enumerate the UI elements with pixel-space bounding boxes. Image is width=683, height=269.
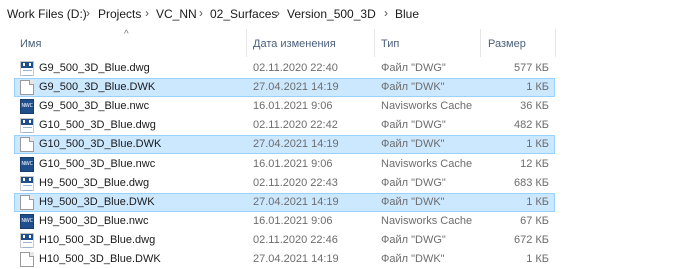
file-size: 1 КБ xyxy=(526,81,549,94)
column-header-row: ^ Имя Дата изменения Тип Размер xyxy=(0,29,683,57)
column-divider[interactable] xyxy=(555,29,556,57)
file-type: Файл "DWK" xyxy=(381,138,445,151)
file-size: 1 КБ xyxy=(526,138,549,151)
file-size: 67 КБ xyxy=(520,214,549,227)
column-divider[interactable] xyxy=(480,29,481,57)
file-size: 683 КБ xyxy=(513,176,549,189)
file-type: Файл "DWG" xyxy=(381,176,446,189)
file-row[interactable]: H10_500_3D_Blue.DWK 27.04.2021 14:19 Файл … xyxy=(14,250,555,269)
file-row[interactable]: G10_500_3D_Blue.dwg 02.11.2020 22:42 Файл … xyxy=(14,116,555,135)
file-date-modified: 16.01.2021 9:06 xyxy=(253,157,333,170)
file-date-modified: 16.01.2021 9:06 xyxy=(253,100,333,113)
file-size: 1 КБ xyxy=(526,253,549,265)
dwk-file-icon xyxy=(20,137,34,153)
file-type: Файл "DWG" xyxy=(381,119,446,132)
file-name: H9_500_3D_Blue.dwg xyxy=(39,176,150,189)
dwg-file-icon xyxy=(20,175,34,191)
file-size: 1 КБ xyxy=(526,195,549,208)
file-row[interactable]: H9_500_3D_Blue.DWK 27.04.2021 14:19 Файл "… xyxy=(14,192,555,212)
file-date-modified: 27.04.2021 14:19 xyxy=(253,81,339,94)
file-date-modified: 27.04.2021 14:19 xyxy=(253,195,339,208)
breadcrumb-separator-icon[interactable]: › xyxy=(145,6,149,20)
dwg-file-icon xyxy=(20,232,34,248)
file-date-modified: 27.04.2021 14:19 xyxy=(253,253,339,265)
file-type: Файл "DWK" xyxy=(381,195,445,208)
nwc-file-icon: NWC xyxy=(20,213,34,229)
file-name: H9_500_3D_Blue.nwc xyxy=(39,214,149,227)
dwg-file-icon xyxy=(20,61,34,76)
file-size: 482 КБ xyxy=(513,119,549,132)
file-name: G9_500_3D_Blue.dwg xyxy=(39,62,150,74)
breadcrumb-item-blue[interactable]: Blue xyxy=(395,7,419,21)
file-row[interactable]: H9_500_3D_Blue.dwg 02.11.2020 22:43 Файл "… xyxy=(14,174,555,193)
column-header-size[interactable]: Размер xyxy=(488,38,526,50)
column-header-date[interactable]: Дата изменения xyxy=(253,38,336,50)
dwg-file-icon xyxy=(20,118,34,134)
file-date-modified: 02.11.2020 22:43 xyxy=(253,176,338,189)
file-name: G9_500_3D_Blue.nwc xyxy=(39,100,150,113)
nwc-file-icon: NWC xyxy=(20,156,34,172)
file-name: H9_500_3D_Blue.DWK xyxy=(39,195,155,208)
breadcrumb: Work Files (D:) › Projects › VC_NN › 02_… xyxy=(0,0,683,28)
breadcrumb-separator-icon[interactable]: › xyxy=(86,6,90,20)
dwk-file-icon xyxy=(20,194,34,210)
file-type: Navisworks Cache xyxy=(381,157,473,170)
file-row[interactable]: G9_500_3D_Blue.DWK 27.04.2021 14:19 Файл "… xyxy=(14,78,555,98)
column-header-name[interactable]: Имя xyxy=(20,38,41,50)
file-size: 12 КБ xyxy=(520,157,549,170)
breadcrumb-item-projects[interactable]: Projects xyxy=(98,7,141,21)
column-divider[interactable] xyxy=(374,29,375,57)
breadcrumb-item-surfaces[interactable]: 02_Surfaces xyxy=(210,7,277,21)
file-name: G9_500_3D_Blue.DWK xyxy=(39,81,156,94)
file-type: Navisworks Cache xyxy=(381,214,473,227)
file-row[interactable]: H10_500_3D_Blue.dwg 02.11.2020 22:46 Файл … xyxy=(14,231,555,250)
file-date-modified: 02.11.2020 22:46 xyxy=(253,233,338,246)
file-row[interactable]: G9_500_3D_Blue.dwg 02.11.2020 22:40 Файл "… xyxy=(14,59,555,78)
file-name: G10_500_3D_Blue.nwc xyxy=(39,157,156,170)
file-row[interactable]: NWC H9_500_3D_Blue.nwc 16.01.2021 9:06 Navi… xyxy=(14,212,555,231)
breadcrumb-separator-icon[interactable]: › xyxy=(384,6,388,20)
dwk-file-icon xyxy=(20,80,34,96)
breadcrumb-separator-icon[interactable]: › xyxy=(276,6,280,20)
file-name: G10_500_3D_Blue.dwg xyxy=(39,119,156,132)
breadcrumb-item-version[interactable]: Version_500_3D xyxy=(287,7,376,21)
breadcrumb-item-drive[interactable]: Work Files (D:) xyxy=(7,7,87,21)
file-date-modified: 16.01.2021 9:06 xyxy=(253,214,333,227)
breadcrumb-item-vc-nn[interactable]: VC_NN xyxy=(156,7,197,21)
file-date-modified: 27.04.2021 14:19 xyxy=(253,138,339,151)
file-type: Файл "DWK" xyxy=(381,81,445,94)
file-date-modified: 02.11.2020 22:42 xyxy=(253,119,338,132)
file-size: 672 КБ xyxy=(513,233,549,246)
column-divider[interactable] xyxy=(246,29,247,57)
file-name: G10_500_3D_Blue.DWK xyxy=(39,138,162,151)
dwk-file-icon xyxy=(20,252,34,267)
file-type: Файл "DWK" xyxy=(381,253,445,265)
file-row[interactable]: G10_500_3D_Blue.DWK 27.04.2021 14:19 Файл … xyxy=(14,135,555,155)
file-name: H10_500_3D_Blue.dwg xyxy=(39,233,156,246)
file-size: 577 КБ xyxy=(513,62,549,74)
file-type: Файл "DWG" xyxy=(381,62,446,74)
sort-ascending-icon: ^ xyxy=(124,29,129,40)
file-row[interactable]: NWC G9_500_3D_Blue.nwc 16.01.2021 9:06 Navi… xyxy=(14,97,555,116)
file-row[interactable]: NWC G10_500_3D_Blue.nwc 16.01.2021 9:06 Nav… xyxy=(14,155,555,174)
column-header-type[interactable]: Тип xyxy=(381,38,399,50)
file-type: Navisworks Cache xyxy=(381,100,473,113)
file-date-modified: 02.11.2020 22:40 xyxy=(253,62,338,74)
file-size: 36 КБ xyxy=(520,100,549,113)
file-type: Файл "DWG" xyxy=(381,233,446,246)
breadcrumb-separator-icon[interactable]: › xyxy=(199,6,203,20)
file-name: H10_500_3D_Blue.DWK xyxy=(39,253,161,265)
nwc-file-icon: NWC xyxy=(20,99,34,115)
